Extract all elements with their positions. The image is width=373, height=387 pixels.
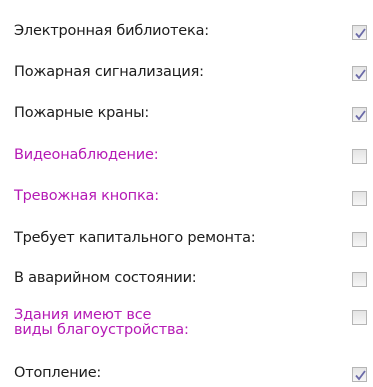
panic-button-checkbox[interactable] — [352, 191, 367, 206]
video-surveillance-checkbox[interactable] — [352, 149, 367, 164]
all-amenities-checkbox[interactable] — [352, 310, 367, 325]
option-label-video-surveillance: Видеонаблюдение: — [14, 147, 159, 163]
option-label-fire-alarm: Пожарная сигнализация: — [14, 64, 204, 80]
option-label-fire-hydrants: Пожарные краны: — [14, 105, 150, 121]
options-panel: Электронная библиотека: Пожарная сигнали… — [0, 0, 373, 387]
fire-hydrants-checkbox[interactable] — [352, 107, 367, 122]
option-label-electronic-library: Электронная библиотека: — [14, 23, 209, 39]
fire-alarm-checkbox[interactable] — [352, 66, 367, 81]
emergency-condition-checkbox[interactable] — [352, 272, 367, 287]
option-label-panic-button: Тревожная кнопка: — [14, 188, 159, 204]
electronic-library-checkbox[interactable] — [352, 25, 367, 40]
heating-checkbox[interactable] — [352, 367, 367, 382]
option-label-needs-major-repair: Требует капитального ремонта: — [14, 230, 256, 246]
option-label-all-amenities: Здания имеют все виды благоустройства: — [14, 307, 189, 338]
checkmark-icon — [355, 110, 366, 121]
checkmark-icon — [355, 28, 366, 39]
checkmark-icon — [355, 370, 366, 381]
needs-major-repair-checkbox[interactable] — [352, 232, 367, 247]
checkmark-icon — [355, 69, 366, 80]
option-label-emergency-condition: В аварийном состоянии: — [14, 270, 197, 286]
option-label-heating: Отопление: — [14, 365, 102, 381]
